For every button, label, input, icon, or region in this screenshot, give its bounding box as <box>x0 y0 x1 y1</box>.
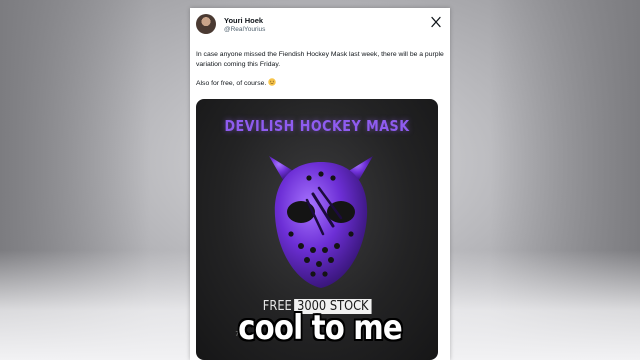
meme-caption: cool to me <box>238 308 403 348</box>
tweet-text: In case anyone missed the Fiendish Hocke… <box>196 50 444 89</box>
tweet-paragraph-2: Also for free, of course. <box>196 80 267 87</box>
author-handle[interactable]: @RealYourius <box>224 26 265 33</box>
hockey-mask-icon <box>269 156 373 288</box>
media-title: DEVILISH HOCKEY MASK <box>224 117 410 135</box>
tweet-header: Youri Hoek @RealYourius <box>196 14 444 40</box>
tweet-paragraph-2-line: Also for free, of course. <box>196 78 444 89</box>
slightly-smiling-face-icon <box>268 78 277 86</box>
x-logo-icon[interactable] <box>430 16 442 28</box>
author-name[interactable]: Youri Hoek <box>224 16 263 25</box>
avatar[interactable] <box>196 14 216 34</box>
tweet-paragraph-1: In case anyone missed the Fiendish Hocke… <box>196 51 444 68</box>
